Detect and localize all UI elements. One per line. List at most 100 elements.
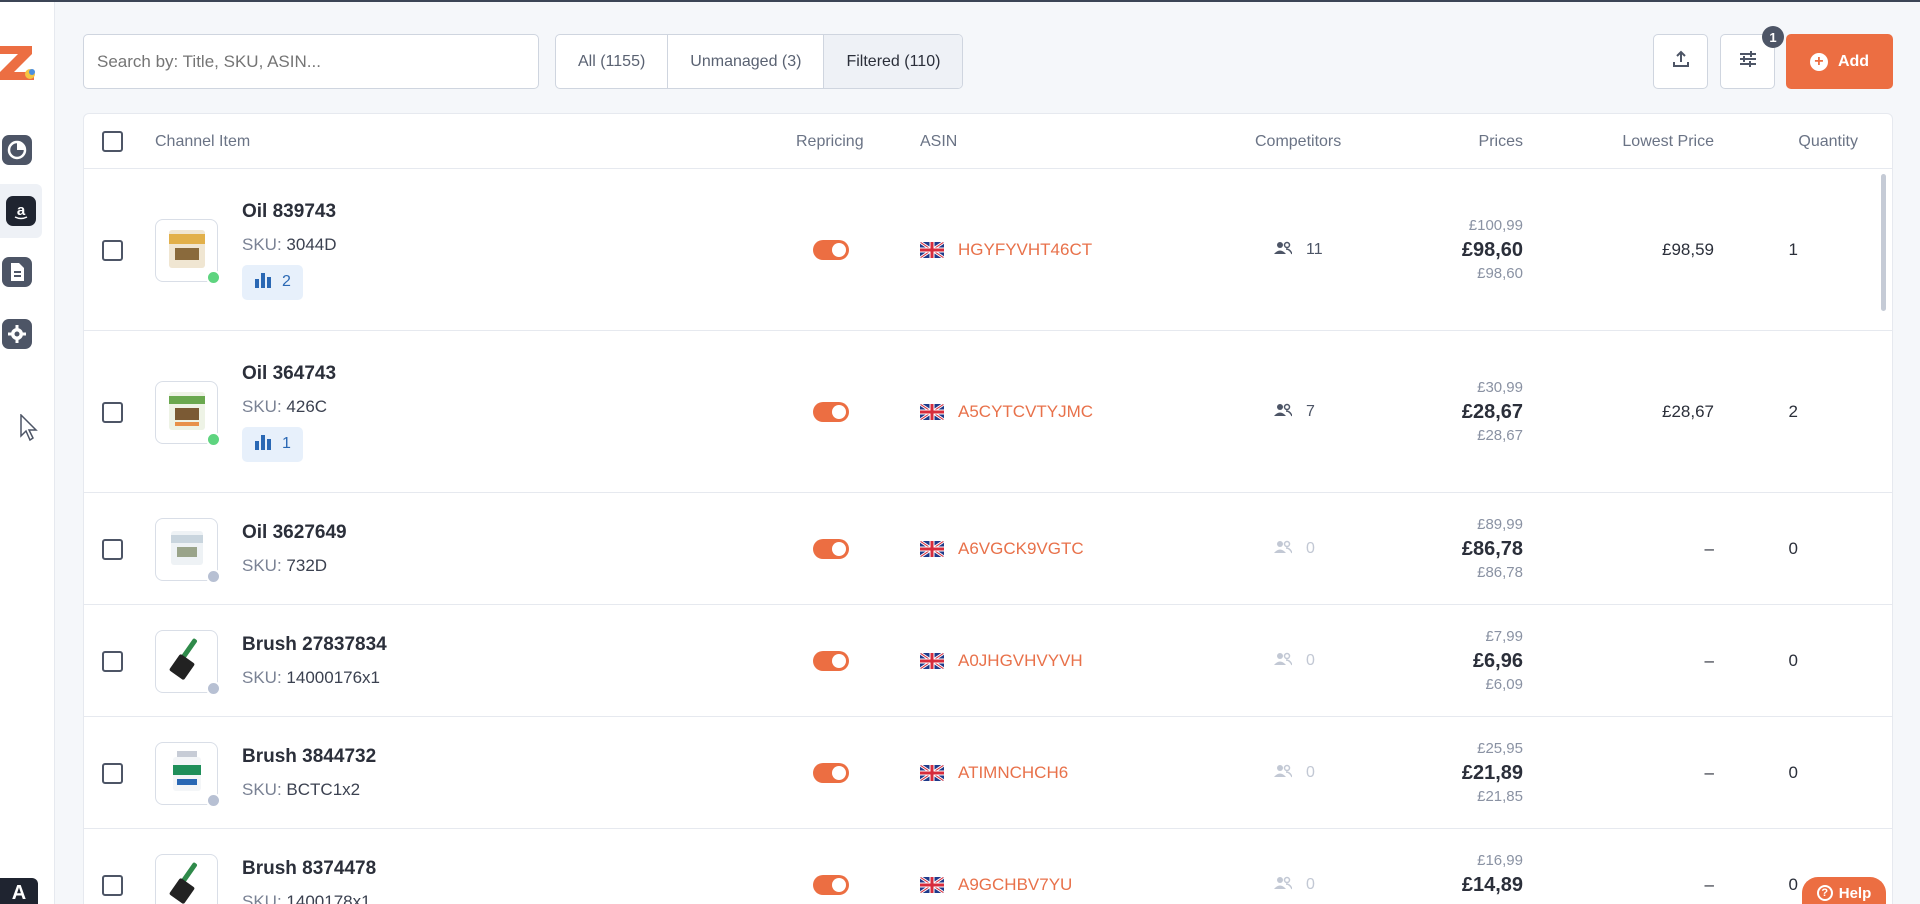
row-checkbox[interactable]	[102, 239, 123, 261]
row-select-cell	[102, 493, 123, 605]
asin-link[interactable]: A0JHGVHVYVH	[958, 651, 1083, 671]
item-title[interactable]: Oil 3627649	[242, 522, 347, 544]
repricing-toggle[interactable]	[813, 651, 849, 671]
item-title[interactable]: Brush 3844732	[242, 746, 376, 768]
repricing-cell	[813, 331, 849, 493]
sidebar-item-dashboard[interactable]	[0, 134, 34, 166]
rank-badge[interactable]: 1	[242, 426, 303, 462]
price-min: £98,60	[1477, 265, 1523, 282]
asin-link[interactable]: A6VGCK9VGTC	[958, 539, 1084, 559]
prices-cell: £30,99 £28,67 £28,67	[1462, 379, 1523, 445]
competitors-cell[interactable]: 7	[1274, 331, 1315, 493]
asin-cell: A0JHGVHVYVH	[920, 605, 1083, 717]
col-prices[interactable]: Prices	[1479, 114, 1523, 169]
row-checkbox[interactable]	[102, 762, 123, 784]
item-title[interactable]: Oil 839743	[242, 201, 336, 223]
product-thumbnail[interactable]	[155, 629, 221, 696]
product-thumbnail[interactable]	[155, 853, 218, 904]
product-thumbnail-cell	[155, 493, 221, 605]
product-image	[165, 859, 209, 904]
table-row[interactable]: Brush 27837834 SKU: 14000176x1 A0JHGVHVY…	[84, 605, 1892, 717]
product-thumbnail[interactable]	[155, 218, 221, 285]
price-current[interactable]: £21,89	[1462, 758, 1523, 788]
table-row[interactable]: Oil 3627649 SKU: 732D A6VGCK9VGTC 0 £89,…	[84, 493, 1892, 605]
select-all-checkbox[interactable]	[102, 131, 123, 152]
row-checkbox[interactable]	[102, 538, 123, 560]
sidebar-item-settings[interactable]	[0, 318, 34, 350]
sku-value: 3044D	[286, 234, 337, 254]
product-thumbnail[interactable]	[155, 741, 221, 808]
item-title[interactable]: Brush 8374478	[242, 858, 376, 880]
product-thumbnail-cell	[155, 605, 221, 717]
asin-link[interactable]: A5CYTCVTYJMC	[958, 402, 1093, 422]
help-button[interactable]: ? Help	[1802, 877, 1886, 904]
add-button[interactable]: + Add	[1786, 34, 1893, 89]
row-checkbox[interactable]	[102, 650, 123, 672]
user-avatar[interactable]: A	[0, 878, 38, 904]
price-current[interactable]: £28,67	[1462, 397, 1523, 427]
repricing-toggle[interactable]	[813, 240, 849, 260]
price-current[interactable]: £6,96	[1473, 646, 1523, 676]
tab-unmanaged[interactable]: Unmanaged (3)	[668, 35, 825, 88]
competitors-cell[interactable]: 11	[1274, 169, 1323, 331]
row-checkbox[interactable]	[102, 874, 123, 896]
vertical-scrollbar[interactable]	[1881, 174, 1886, 311]
repricing-toggle[interactable]	[813, 402, 849, 422]
price-current[interactable]: £98,60	[1462, 235, 1523, 265]
asin-link[interactable]: HGYFYVHT46CT	[958, 240, 1092, 260]
product-thumbnail[interactable]	[155, 517, 221, 584]
export-button[interactable]	[1653, 34, 1708, 89]
app-logo[interactable]	[0, 42, 36, 82]
bar-chart-icon	[254, 434, 272, 455]
row-select-cell	[102, 717, 123, 829]
repricing-toggle[interactable]	[813, 875, 849, 895]
col-repricing[interactable]: Repricing	[796, 114, 864, 169]
col-asin[interactable]: ASIN	[920, 114, 957, 169]
price-current[interactable]: £86,78	[1462, 534, 1523, 564]
item-sku: SKU: 426C	[242, 397, 327, 417]
col-lowest-price[interactable]: Lowest Price	[1622, 114, 1714, 169]
lowest-price: £98,59	[1662, 240, 1714, 259]
product-thumbnail[interactable]	[155, 380, 221, 447]
asin-link[interactable]: A9GCHBV7YU	[958, 875, 1072, 895]
item-info: Brush 3844732 SKU: BCTC1x2	[242, 717, 376, 829]
competitors-cell[interactable]: 0	[1274, 829, 1315, 904]
competitors-cell[interactable]: 0	[1274, 493, 1315, 605]
item-title[interactable]: Brush 27837834	[242, 634, 387, 656]
item-title[interactable]: Oil 364743	[242, 363, 336, 385]
repricing-toggle[interactable]	[813, 539, 849, 559]
table-row[interactable]: Oil 364743 SKU: 426C 1 A5CYTCVTYJMC 7 £3…	[84, 331, 1892, 493]
sku-value: 1400178x1	[286, 892, 371, 904]
price-current[interactable]: £14,89	[1462, 870, 1523, 900]
table-row[interactable]: Brush 3844732 SKU: BCTC1x2 ATIMNCHCH6 0 …	[84, 717, 1892, 829]
search-input[interactable]	[83, 34, 539, 89]
sidebar-item-reports[interactable]	[0, 256, 34, 288]
asin-cell: A5CYTCVTYJMC	[920, 331, 1093, 493]
tab-all[interactable]: All (1155)	[556, 35, 669, 88]
sidebar-item-amazon[interactable]: a	[0, 184, 42, 238]
asin-link[interactable]: ATIMNCHCH6	[958, 763, 1068, 783]
add-button-label: Add	[1837, 52, 1870, 70]
competitors-cell[interactable]: 0	[1274, 717, 1315, 829]
asin-cell: A6VGCK9VGTC	[920, 493, 1084, 605]
repricing-toggle[interactable]	[813, 763, 849, 783]
col-competitors[interactable]: Competitors	[1255, 114, 1341, 169]
product-image	[165, 635, 209, 688]
filter-settings-button[interactable]: 1	[1720, 26, 1784, 89]
col-quantity[interactable]: Quantity	[1798, 114, 1858, 169]
col-channel-item[interactable]: Channel Item	[155, 114, 250, 169]
status-dot	[206, 792, 221, 808]
sku-value: BCTC1x2	[286, 780, 361, 799]
repricing-cell	[813, 717, 849, 829]
table-row[interactable]: Oil 839743 SKU: 3044D 2 HGYFYVHT46CT 11 …	[84, 169, 1892, 331]
item-info: Brush 27837834 SKU: 14000176x1	[242, 605, 387, 717]
gear-icon	[2, 319, 32, 349]
item-info: Oil 3627649 SKU: 732D	[242, 493, 347, 605]
competitors-cell[interactable]: 0	[1274, 605, 1315, 717]
row-checkbox[interactable]	[102, 401, 123, 423]
item-info: Brush 8374478 SKU: 1400178x1	[242, 829, 376, 904]
tab-filtered[interactable]: Filtered (110)	[824, 35, 963, 88]
rank-badge[interactable]: 2	[242, 264, 303, 300]
table-row[interactable]: Brush 8374478 SKU: 1400178x1 A9GCHBV7YU …	[84, 829, 1892, 904]
product-thumbnail-cell	[155, 331, 221, 493]
